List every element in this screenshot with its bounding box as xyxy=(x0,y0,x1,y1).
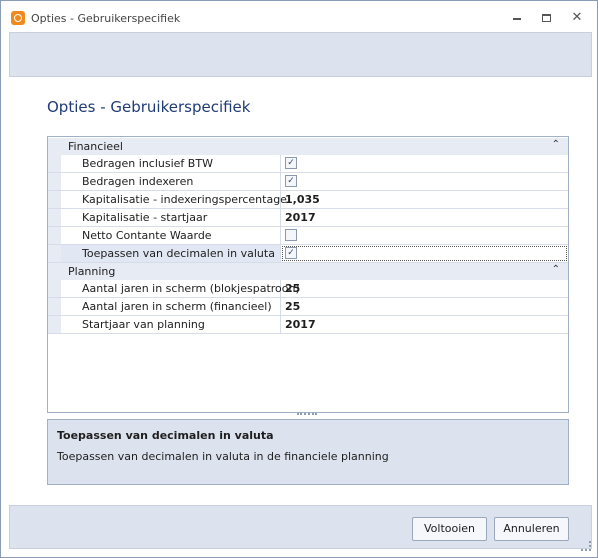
category-planning[interactable]: Planning ⌃ xyxy=(48,263,568,280)
property-value[interactable]: 25 xyxy=(285,282,300,295)
property-value[interactable]: 25 xyxy=(285,300,300,313)
header-band xyxy=(9,32,592,77)
title-bar[interactable]: Opties - Gebruikerspecifiek ✕ xyxy=(1,1,597,33)
checkbox[interactable]: ✓ xyxy=(285,247,297,259)
property-name: Bedragen indexeren xyxy=(82,175,194,188)
app-icon xyxy=(11,11,25,25)
finish-button[interactable]: Voltooien xyxy=(412,517,487,541)
property-value[interactable]: 2017 xyxy=(285,211,316,224)
window-title: Opties - Gebruikerspecifiek xyxy=(31,12,181,25)
minimize-icon[interactable] xyxy=(505,9,529,27)
property-row[interactable]: Kapitalisatie - indexeringspercentage 1,… xyxy=(48,191,568,209)
property-row[interactable]: Aantal jaren in scherm (financieel) 25 xyxy=(48,298,568,316)
property-row[interactable]: Bedragen indexeren ✓ xyxy=(48,173,568,191)
property-name: Startjaar van planning xyxy=(82,318,205,331)
property-row[interactable]: Startjaar van planning 2017 xyxy=(48,316,568,334)
checkbox[interactable] xyxy=(285,229,297,241)
checkbox[interactable]: ✓ xyxy=(285,157,297,169)
cancel-button[interactable]: Annuleren xyxy=(494,517,569,541)
options-dialog: Opties - Gebruikerspecifiek ✕ Opties - G… xyxy=(0,0,598,558)
page-title: Opties - Gebruikerspecifiek xyxy=(47,98,251,116)
category-financieel[interactable]: Financieel ⌃ xyxy=(48,138,568,155)
splitter-grip[interactable] xyxy=(297,413,317,418)
property-name: Netto Contante Waarde xyxy=(82,229,212,242)
maximize-icon[interactable] xyxy=(535,9,559,27)
description-title: Toepassen van decimalen in valuta xyxy=(57,429,274,442)
property-name: Toepassen van decimalen in valuta xyxy=(82,247,275,260)
property-row[interactable]: Netto Contante Waarde xyxy=(48,227,568,245)
category-label: Planning xyxy=(68,265,116,278)
property-grid: Financieel ⌃ Bedragen inclusief BTW ✓ Be… xyxy=(47,136,569,413)
property-name: Kapitalisatie - indexeringspercentage xyxy=(82,193,287,206)
property-row[interactable]: Aantal jaren in scherm (blokjespatroon) … xyxy=(48,280,568,298)
resize-grip-icon[interactable] xyxy=(581,541,591,551)
chevron-up-icon[interactable]: ⌃ xyxy=(552,139,560,150)
close-icon[interactable]: ✕ xyxy=(565,9,589,27)
chevron-up-icon[interactable]: ⌃ xyxy=(552,264,560,275)
property-name: Bedragen inclusief BTW xyxy=(82,157,213,170)
property-row[interactable]: Bedragen inclusief BTW ✓ xyxy=(48,155,568,173)
property-value[interactable]: 1,035 xyxy=(285,193,320,206)
description-panel: Toepassen van decimalen in valuta Toepas… xyxy=(47,419,569,485)
property-name: Kapitalisatie - startjaar xyxy=(82,211,208,224)
property-row-selected[interactable]: Toepassen van decimalen in valuta ✓ xyxy=(48,245,568,263)
property-row[interactable]: Kapitalisatie - startjaar 2017 xyxy=(48,209,568,227)
checkbox[interactable]: ✓ xyxy=(285,175,297,187)
property-name: Aantal jaren in scherm (financieel) xyxy=(82,300,272,313)
property-value[interactable]: 2017 xyxy=(285,318,316,331)
category-label: Financieel xyxy=(68,140,123,153)
description-text: Toepassen van decimalen in valuta in de … xyxy=(57,450,389,463)
property-name: Aantal jaren in scherm (blokjespatroon) xyxy=(82,282,300,295)
